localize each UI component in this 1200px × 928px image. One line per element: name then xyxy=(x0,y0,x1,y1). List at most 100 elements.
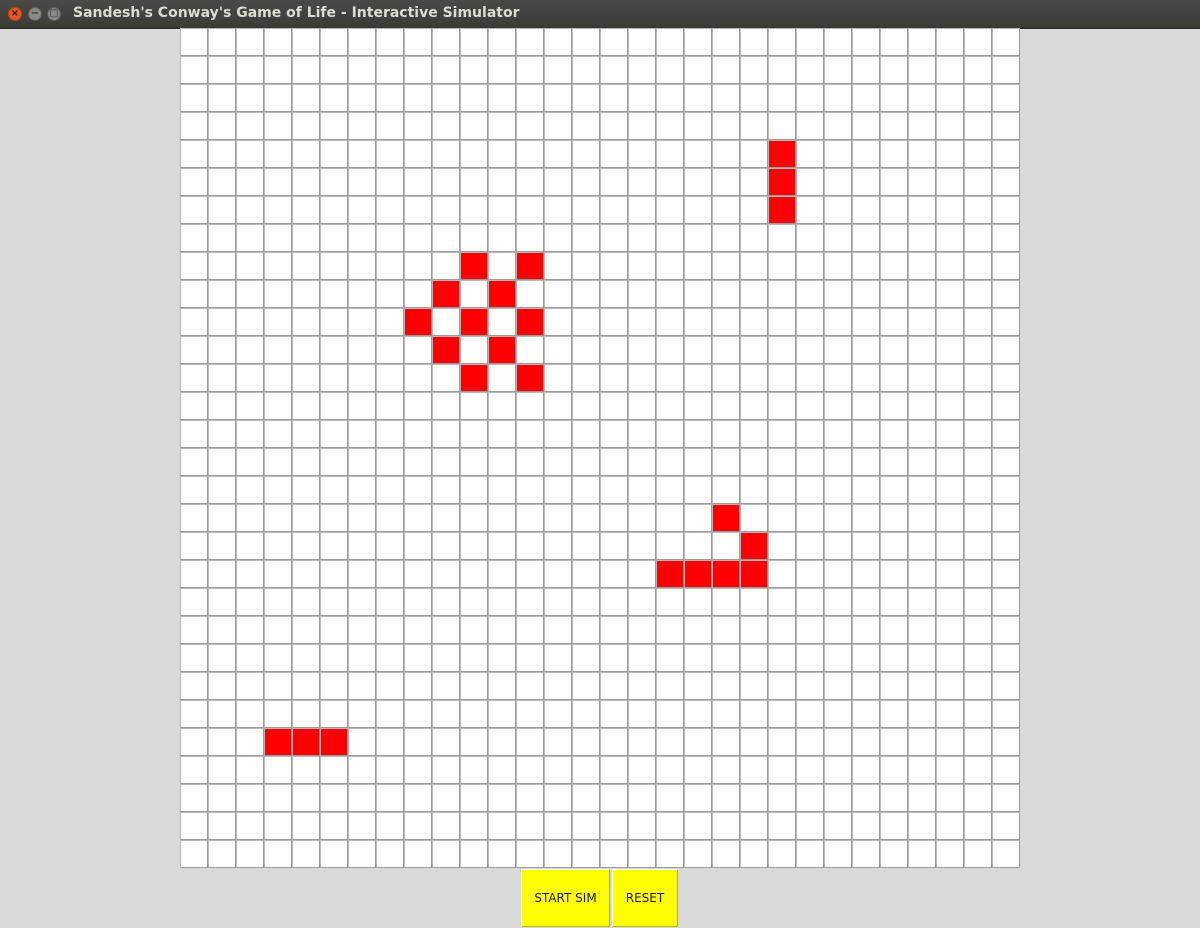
grid-cell[interactable] xyxy=(712,784,740,812)
grid-cell[interactable] xyxy=(488,728,516,756)
grid-cell[interactable] xyxy=(908,476,936,504)
grid-cell[interactable] xyxy=(992,476,1020,504)
grid-cell[interactable] xyxy=(992,672,1020,700)
grid-cell[interactable] xyxy=(964,588,992,616)
grid-cell[interactable] xyxy=(432,728,460,756)
grid-cell[interactable] xyxy=(992,812,1020,840)
grid-cell[interactable] xyxy=(600,784,628,812)
grid-cell[interactable] xyxy=(544,308,572,336)
grid-cell[interactable] xyxy=(824,588,852,616)
grid-cell[interactable] xyxy=(796,532,824,560)
grid-cell[interactable] xyxy=(852,532,880,560)
grid-cell[interactable] xyxy=(768,476,796,504)
grid-cell[interactable] xyxy=(432,364,460,392)
grid-cell[interactable] xyxy=(740,224,768,252)
grid-cell[interactable] xyxy=(992,112,1020,140)
grid-cell[interactable] xyxy=(572,224,600,252)
grid-cell[interactable] xyxy=(740,756,768,784)
grid-cell[interactable] xyxy=(964,28,992,56)
grid-cell[interactable] xyxy=(964,336,992,364)
grid-cell[interactable] xyxy=(712,224,740,252)
grid-cell[interactable] xyxy=(320,784,348,812)
grid-cell[interactable] xyxy=(432,588,460,616)
grid-cell[interactable] xyxy=(320,644,348,672)
grid-cell[interactable] xyxy=(488,28,516,56)
grid-cell[interactable] xyxy=(404,196,432,224)
grid-cell[interactable] xyxy=(964,224,992,252)
grid-cell[interactable] xyxy=(404,672,432,700)
grid-cell[interactable] xyxy=(600,336,628,364)
grid-cell[interactable] xyxy=(376,476,404,504)
grid-cell[interactable] xyxy=(572,560,600,588)
grid-cell[interactable] xyxy=(376,420,404,448)
grid-cell[interactable] xyxy=(208,532,236,560)
grid-cell[interactable] xyxy=(292,812,320,840)
grid-cell[interactable] xyxy=(992,308,1020,336)
grid-cell[interactable] xyxy=(208,448,236,476)
grid-cell[interactable] xyxy=(880,644,908,672)
grid-cell[interactable] xyxy=(656,840,684,868)
grid-cell[interactable] xyxy=(628,252,656,280)
grid-cell[interactable] xyxy=(824,448,852,476)
grid-cell[interactable] xyxy=(740,252,768,280)
grid-cell[interactable] xyxy=(684,336,712,364)
grid-cell[interactable] xyxy=(572,728,600,756)
grid-cell[interactable] xyxy=(544,812,572,840)
grid-cell[interactable] xyxy=(712,756,740,784)
grid-cell[interactable] xyxy=(376,644,404,672)
grid-cell[interactable] xyxy=(880,812,908,840)
grid-cell[interactable] xyxy=(852,840,880,868)
grid-cell[interactable] xyxy=(320,336,348,364)
grid-cell[interactable] xyxy=(348,840,376,868)
grid-cell[interactable] xyxy=(628,616,656,644)
grid-cell[interactable] xyxy=(656,504,684,532)
grid-cell-alive[interactable] xyxy=(432,280,460,308)
grid-cell[interactable] xyxy=(264,784,292,812)
grid-cell[interactable] xyxy=(292,700,320,728)
grid-cell[interactable] xyxy=(236,168,264,196)
grid-cell[interactable] xyxy=(628,644,656,672)
grid-cell[interactable] xyxy=(292,756,320,784)
grid-cell[interactable] xyxy=(236,728,264,756)
grid-cell[interactable] xyxy=(348,756,376,784)
grid-cell[interactable] xyxy=(684,140,712,168)
grid-cell[interactable] xyxy=(264,588,292,616)
grid-cell[interactable] xyxy=(936,56,964,84)
grid-cell[interactable] xyxy=(908,336,936,364)
grid-cell[interactable] xyxy=(796,588,824,616)
grid-cell[interactable] xyxy=(740,84,768,112)
grid-cell[interactable] xyxy=(320,280,348,308)
grid-cell[interactable] xyxy=(432,812,460,840)
grid-cell[interactable] xyxy=(852,644,880,672)
grid-cell[interactable] xyxy=(600,56,628,84)
grid-cell[interactable] xyxy=(712,420,740,448)
grid-cell[interactable] xyxy=(320,532,348,560)
grid-cell[interactable] xyxy=(264,532,292,560)
grid-cell[interactable] xyxy=(544,532,572,560)
grid-cell[interactable] xyxy=(600,840,628,868)
grid-cell[interactable] xyxy=(460,784,488,812)
grid-cell[interactable] xyxy=(852,812,880,840)
grid-cell[interactable] xyxy=(348,700,376,728)
grid-cell[interactable] xyxy=(880,84,908,112)
grid-cell[interactable] xyxy=(936,784,964,812)
grid-cell[interactable] xyxy=(236,476,264,504)
grid-cell[interactable] xyxy=(292,420,320,448)
grid-cell[interactable] xyxy=(292,252,320,280)
grid-cell[interactable] xyxy=(768,504,796,532)
grid-cell[interactable] xyxy=(880,588,908,616)
grid-cell[interactable] xyxy=(348,616,376,644)
grid-cell[interactable] xyxy=(516,420,544,448)
grid-cell[interactable] xyxy=(180,112,208,140)
grid-cell[interactable] xyxy=(404,812,432,840)
grid-cell[interactable] xyxy=(180,84,208,112)
grid-cell[interactable] xyxy=(936,140,964,168)
grid-cell[interactable] xyxy=(376,588,404,616)
grid-cell[interactable] xyxy=(964,252,992,280)
grid-cell[interactable] xyxy=(880,224,908,252)
grid-cell[interactable] xyxy=(712,532,740,560)
grid-cell[interactable] xyxy=(460,728,488,756)
grid-cell[interactable] xyxy=(936,728,964,756)
grid-cell[interactable] xyxy=(432,168,460,196)
grid-cell[interactable] xyxy=(796,84,824,112)
